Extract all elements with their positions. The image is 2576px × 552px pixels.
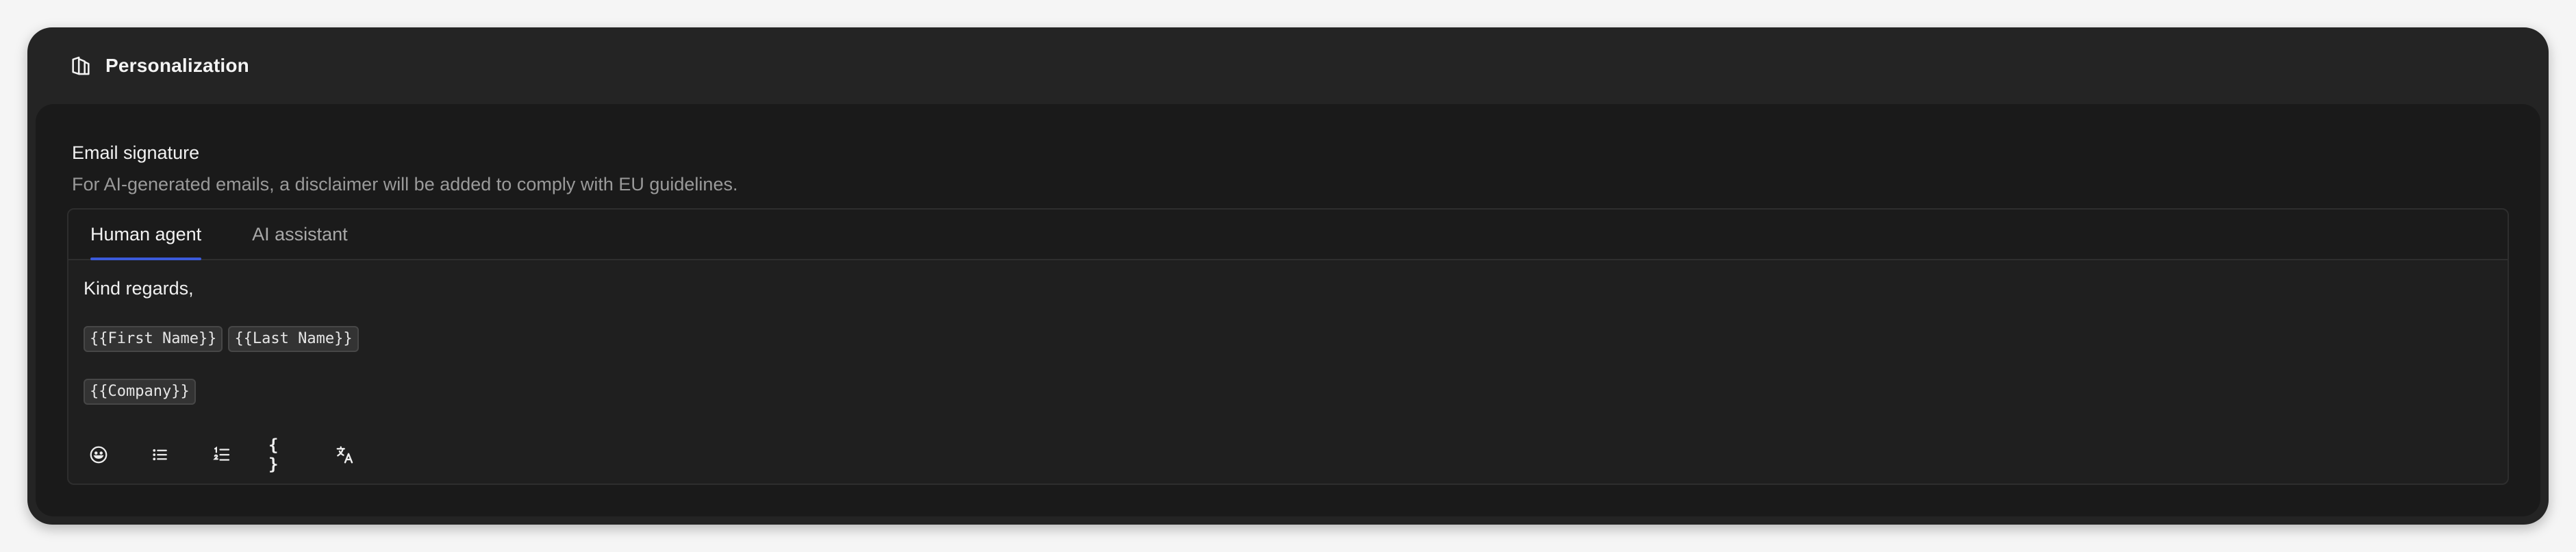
variable-chip-company[interactable]: {{Company}}: [84, 379, 196, 405]
personalization-icon: [68, 53, 93, 78]
variable-row: {{First Name}} {{Last Name}}: [84, 326, 364, 352]
braces-glyph: { }: [268, 436, 280, 474]
section-description: For AI-generated emails, a disclaimer wi…: [72, 174, 738, 195]
variable-chip-last-name[interactable]: {{Last Name}}: [228, 326, 359, 352]
translate-icon[interactable]: [330, 440, 360, 470]
editor-toolbar: { }: [84, 436, 392, 474]
tab-human-agent[interactable]: Human agent: [90, 210, 202, 260]
tab-ai-assistant[interactable]: AI assistant: [252, 210, 348, 259]
emoji-icon[interactable]: [84, 440, 114, 470]
section-title: Email signature: [72, 142, 200, 163]
personalization-card: Personalization Email signature For AI-g…: [27, 27, 2549, 525]
variable-row: {{Company}}: [84, 379, 201, 405]
numbered-list-icon[interactable]: [207, 440, 237, 470]
greeting-text[interactable]: Kind regards,: [84, 278, 194, 299]
bullet-list-icon[interactable]: [145, 440, 175, 470]
card-header: Personalization: [27, 27, 2549, 104]
signature-editor[interactable]: Human agent AI assistant Kind regards, {…: [67, 208, 2509, 485]
signature-panel: Email signature For AI-generated emails,…: [36, 104, 2540, 516]
tab-bar: Human agent AI assistant: [68, 210, 2508, 260]
variable-chip-first-name[interactable]: {{First Name}}: [84, 326, 223, 352]
variable-braces-icon[interactable]: { }: [268, 436, 299, 474]
page-title: Personalization: [105, 55, 249, 76]
